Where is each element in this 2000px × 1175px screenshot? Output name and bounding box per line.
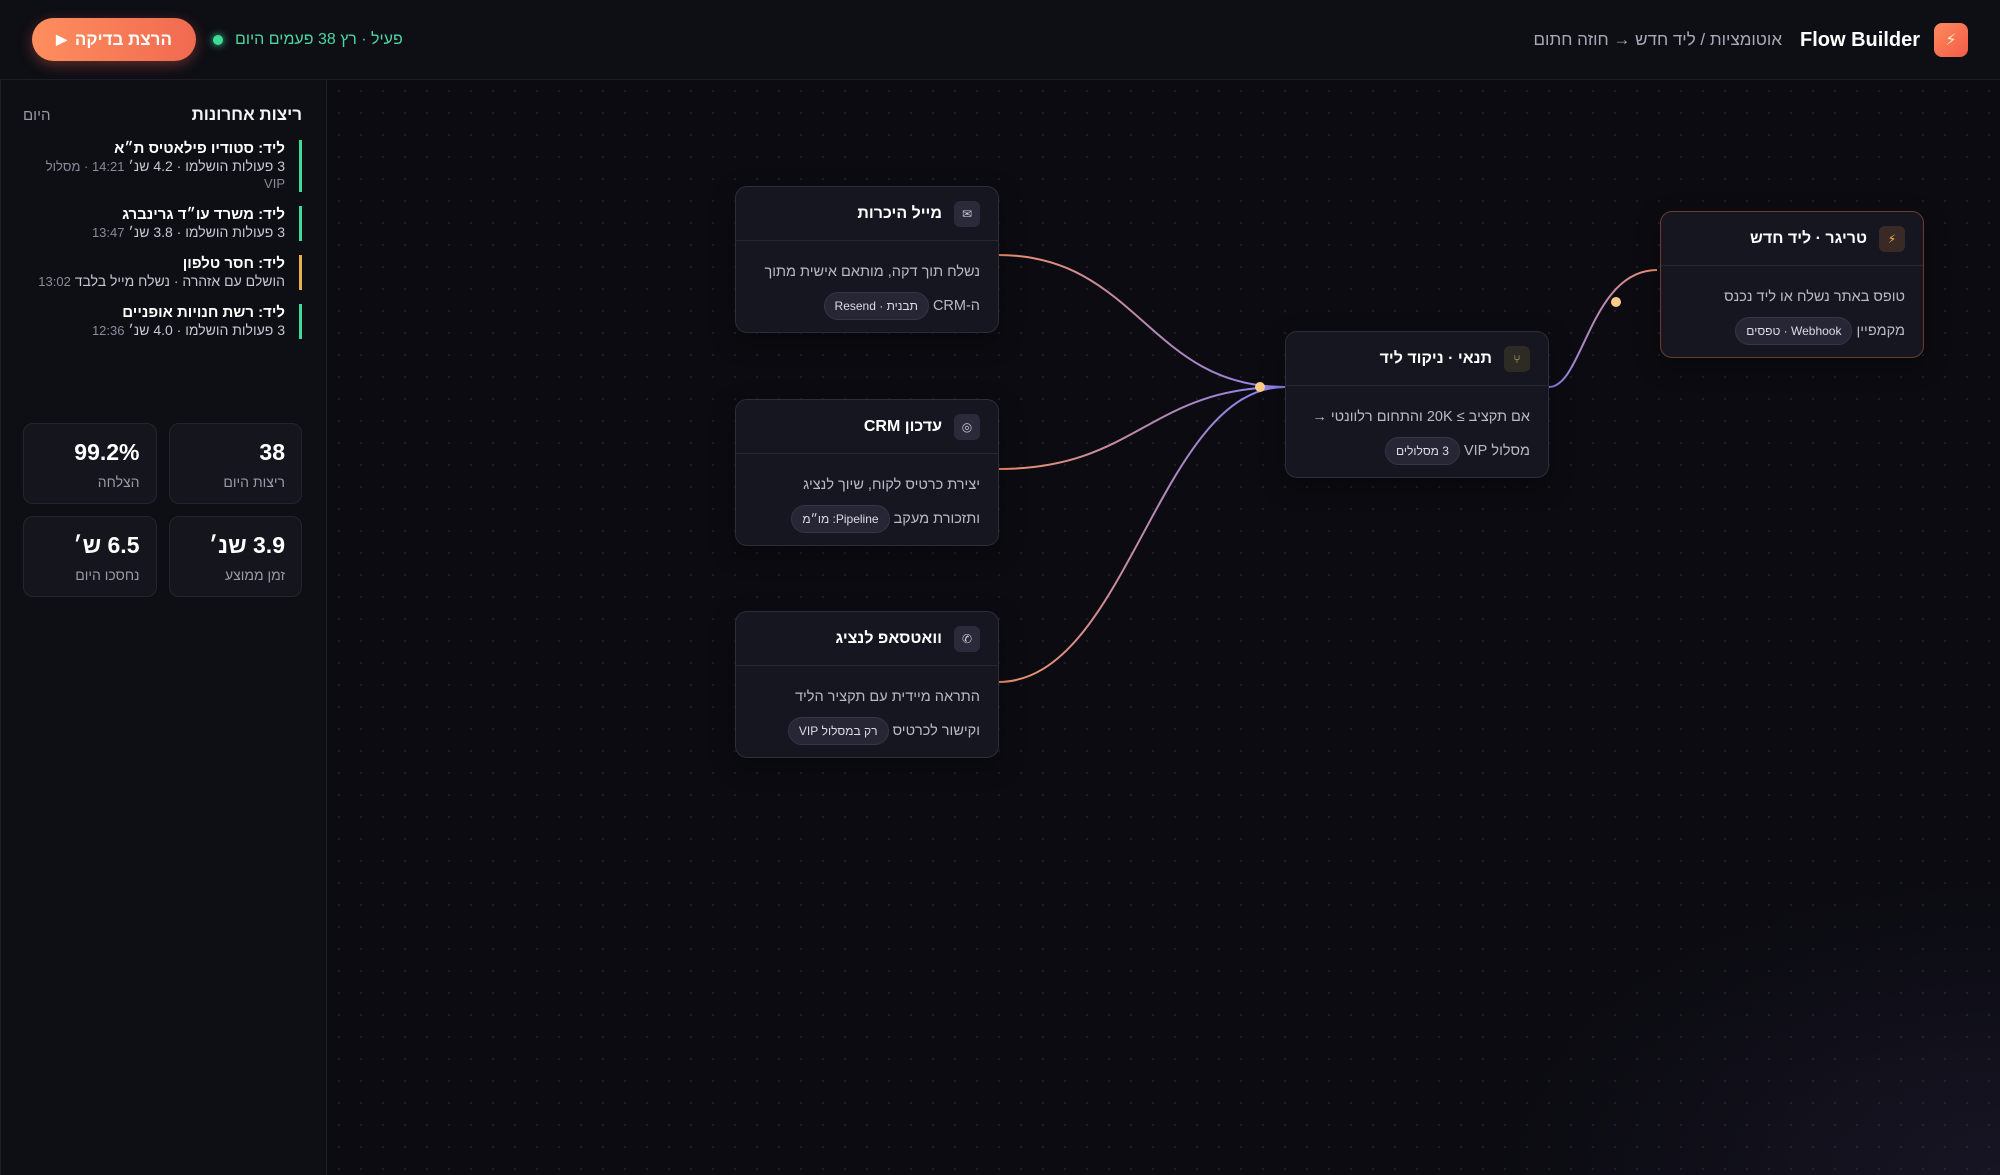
node-description-end: מקמפיין: [1856, 323, 1905, 339]
run-item[interactable]: ליד: סטודיו פילאטיס ת״א 3 פעולות הושלמו …: [23, 140, 302, 192]
run-meta: 3 פעולות הושלמו · 4.0 שנ׳ 12:36: [23, 322, 285, 339]
stat-card-avg-time: 3.9 שנ׳ זמן ממוצע: [168, 516, 302, 597]
node-header: ⚡ טריגר · ליד חדש: [1661, 212, 1923, 266]
node-whatsapp[interactable]: ✆ וואטסאפ לנציג התראה מיידית עם תקציר הל…: [735, 611, 999, 758]
node-header: ✆ וואטסאפ לנציג: [736, 612, 998, 666]
stat-value: 6.5 ש׳: [73, 532, 140, 558]
recent-runs-title: ריצות אחרונות: [191, 105, 302, 124]
stats-grid: 38 ריצות היום 99.2% הצלחה 3.9 שנ׳ זמן ממ…: [23, 423, 302, 597]
run-time: 12:36: [91, 323, 125, 338]
run-item[interactable]: ליד: משרד עו״ד גרינברג 3 פעולות הושלמו ·…: [23, 206, 302, 241]
node-email[interactable]: ✉ מייל היכרות נשלח תוך דקה, מותאם אישית …: [735, 186, 999, 333]
node-description-end: ותזכורת מעקב: [893, 511, 980, 527]
stat-label: ריצות היום: [223, 474, 285, 490]
breadcrumb[interactable]: אוטומציות / ליד חדש → חוזה חתום: [1534, 30, 1782, 50]
node-body: יצירת כרטיס לקוח, שיוך לנציג ותזכורת מעק…: [736, 454, 998, 536]
run-name: ליד: משרד עו״ד גרינברג: [122, 206, 285, 223]
node-body: התראה מיידית עם תקציר הליד וקישור לכרטיס…: [736, 666, 998, 748]
run-name: ליד: סטודיו פילאטיס ת״א: [114, 140, 285, 157]
node-condition[interactable]: ⑂ תנאי · ניקוד ליד אם תקציב ≥ 20K והתחום…: [1285, 331, 1549, 478]
wire-condition-trigger: [1548, 269, 1658, 388]
play-icon: ▶: [56, 31, 67, 47]
node-tag: Pipeline: מו״מ: [791, 505, 890, 534]
node-title: תנאי · ניקוד ליד: [1379, 349, 1492, 367]
node-crm[interactable]: ◎ עדכון CRM יצירת כרטיס לקוח, שיוך לנציג…: [735, 399, 999, 546]
today-filter[interactable]: היום: [23, 107, 50, 124]
run-list: ליד: סטודיו פילאטיס ת״א 3 פעולות הושלמו …: [23, 140, 302, 353]
bolt-icon: ⚡: [1934, 23, 1968, 57]
node-title: טריגר · ליד חדש: [1750, 229, 1867, 247]
run-summary: 3 פעולות הושלמו · 4.2 שנ׳: [128, 158, 285, 174]
node-description: טופס באתר נשלח או ליד נכנס: [1724, 289, 1905, 305]
node-description-line: ותזכורת מעקב Pipeline: מו״מ: [750, 502, 980, 536]
node-description-line: מקמפיין Webhook · טפסים: [1675, 314, 1905, 348]
node-description-end: ה-CRM: [932, 298, 980, 314]
stat-value: 99.2%: [74, 439, 140, 465]
run-meta: 3 פעולות הושלמו · 4.2 שנ׳ 14:21 · מסלול …: [23, 158, 285, 192]
top-bar: ⚡ Flow Builder אוטומציות / ליד חדש → חוז…: [0, 0, 2000, 80]
stat-card-saved: 6.5 ש׳ נחסכו היום: [23, 516, 157, 597]
run-test-button[interactable]: הרצת בדיקה ▶: [32, 18, 196, 61]
node-description-end: מסלול VIP: [1463, 443, 1530, 459]
node-title: מייל היכרות: [857, 204, 942, 222]
connector-dot: [1611, 297, 1621, 307]
stat-card-runs: 38 ריצות היום: [168, 423, 302, 504]
node-body: נשלח תוך דקה, מותאם אישית מתוך ה-CRM תבנ…: [736, 241, 998, 323]
node-title: וואטסאפ לנציג: [835, 629, 943, 647]
run-time: 13:47: [91, 225, 125, 240]
node-title: עדכון CRM: [863, 417, 942, 435]
crm-icon: ◎: [954, 413, 980, 440]
status-text: פעיל · רץ 38 פעמים היום: [235, 31, 403, 48]
recent-runs-header: ריצות אחרונות היום: [23, 104, 302, 126]
node-description-line: וקישור לכרטיס רק במסלול VIP: [750, 714, 980, 748]
stat-value: 38: [259, 439, 285, 465]
node-description-line: ה-CRM תבנית · Resend: [750, 289, 980, 323]
node-description: התראה מיידית עם תקציר הליד: [794, 689, 980, 705]
flow-status: פעיל · רץ 38 פעמים היום: [213, 28, 403, 52]
run-test-label: הרצת בדיקה: [74, 29, 172, 49]
run-name: ליד: רשת חנויות אופניים: [122, 304, 285, 321]
run-item[interactable]: ליד: חסר טלפון הושלם עם אזהרה · נשלח מיי…: [23, 255, 302, 290]
node-description-line: מסלול VIP 3 מסלולים: [1300, 434, 1530, 468]
stat-label: הצלחה: [97, 474, 140, 490]
run-item[interactable]: ליד: רשת חנויות אופניים 3 פעולות הושלמו …: [23, 304, 302, 339]
run-summary: 3 פעולות הושלמו · 4.0 שנ׳: [128, 322, 285, 338]
whatsapp-icon: ✆: [954, 625, 980, 652]
app-title: Flow Builder: [1800, 28, 1920, 51]
run-meta: 3 פעולות הושלמו · 3.8 שנ׳ 13:47: [23, 224, 285, 241]
recent-runs-panel: ריצות אחרונות היום ליד: סטודיו פילאטיס ת…: [0, 80, 327, 1175]
node-header: ◎ עדכון CRM: [736, 400, 998, 454]
node-description: יצירת כרטיס לקוח, שיוך לנציג: [803, 477, 980, 493]
brand: ⚡ Flow Builder אוטומציות / ליד חדש → חוז…: [1534, 23, 1968, 57]
node-header: ⑂ תנאי · ניקוד ליד: [1286, 332, 1548, 386]
status-dot-icon: [213, 35, 223, 45]
node-trigger[interactable]: ⚡ טריגר · ליד חדש טופס באתר נשלח או ליד …: [1660, 211, 1924, 358]
stat-label: נחסכו היום: [75, 567, 140, 583]
run-summary: 3 פעולות הושלמו · 3.8 שנ׳: [128, 224, 285, 240]
stat-card-success: 99.2% הצלחה: [23, 423, 157, 504]
stat-label: זמן ממוצע: [224, 567, 285, 583]
run-time: 13:02: [38, 274, 71, 289]
node-tag: רק במסלול VIP: [787, 717, 889, 746]
node-tag: 3 מסלולים: [1384, 437, 1460, 466]
connector-dot: [1255, 382, 1265, 392]
branch-icon: ⑂: [1504, 345, 1530, 372]
run-meta: הושלם עם אזהרה · נשלח מייל בלבד 13:02: [23, 273, 285, 290]
node-description: אם תקציב ≥ 20K והתחום רלוונטי →: [1312, 409, 1530, 425]
mail-icon: ✉: [954, 200, 980, 227]
node-header: ✉ מייל היכרות: [736, 187, 998, 241]
wire-email-condition: [997, 254, 1286, 388]
node-tag: תבנית · Resend: [823, 292, 929, 321]
node-tag: Webhook · טפסים: [1735, 317, 1853, 346]
node-body: אם תקציב ≥ 20K והתחום רלוונטי → מסלול VI…: [1286, 386, 1548, 468]
node-body: טופס באתר נשלח או ליד נכנס מקמפיין Webho…: [1661, 266, 1923, 348]
bolt-icon: ⚡: [1879, 225, 1905, 252]
run-name: ליד: חסר טלפון: [182, 255, 285, 272]
run-summary: הושלם עם אזהרה · נשלח מייל בלבד: [74, 273, 285, 289]
node-description: נשלח תוך דקה, מותאם אישית מתוך: [764, 264, 980, 280]
stat-value: 3.9 שנ׳: [208, 532, 285, 558]
node-description-end: וקישור לכרטיס: [892, 723, 980, 739]
flow-canvas[interactable]: ⚡ טריגר · ליד חדש טופס באתר נשלח או ליד …: [328, 80, 2000, 1175]
wire-whatsapp-condition: [997, 386, 1286, 683]
